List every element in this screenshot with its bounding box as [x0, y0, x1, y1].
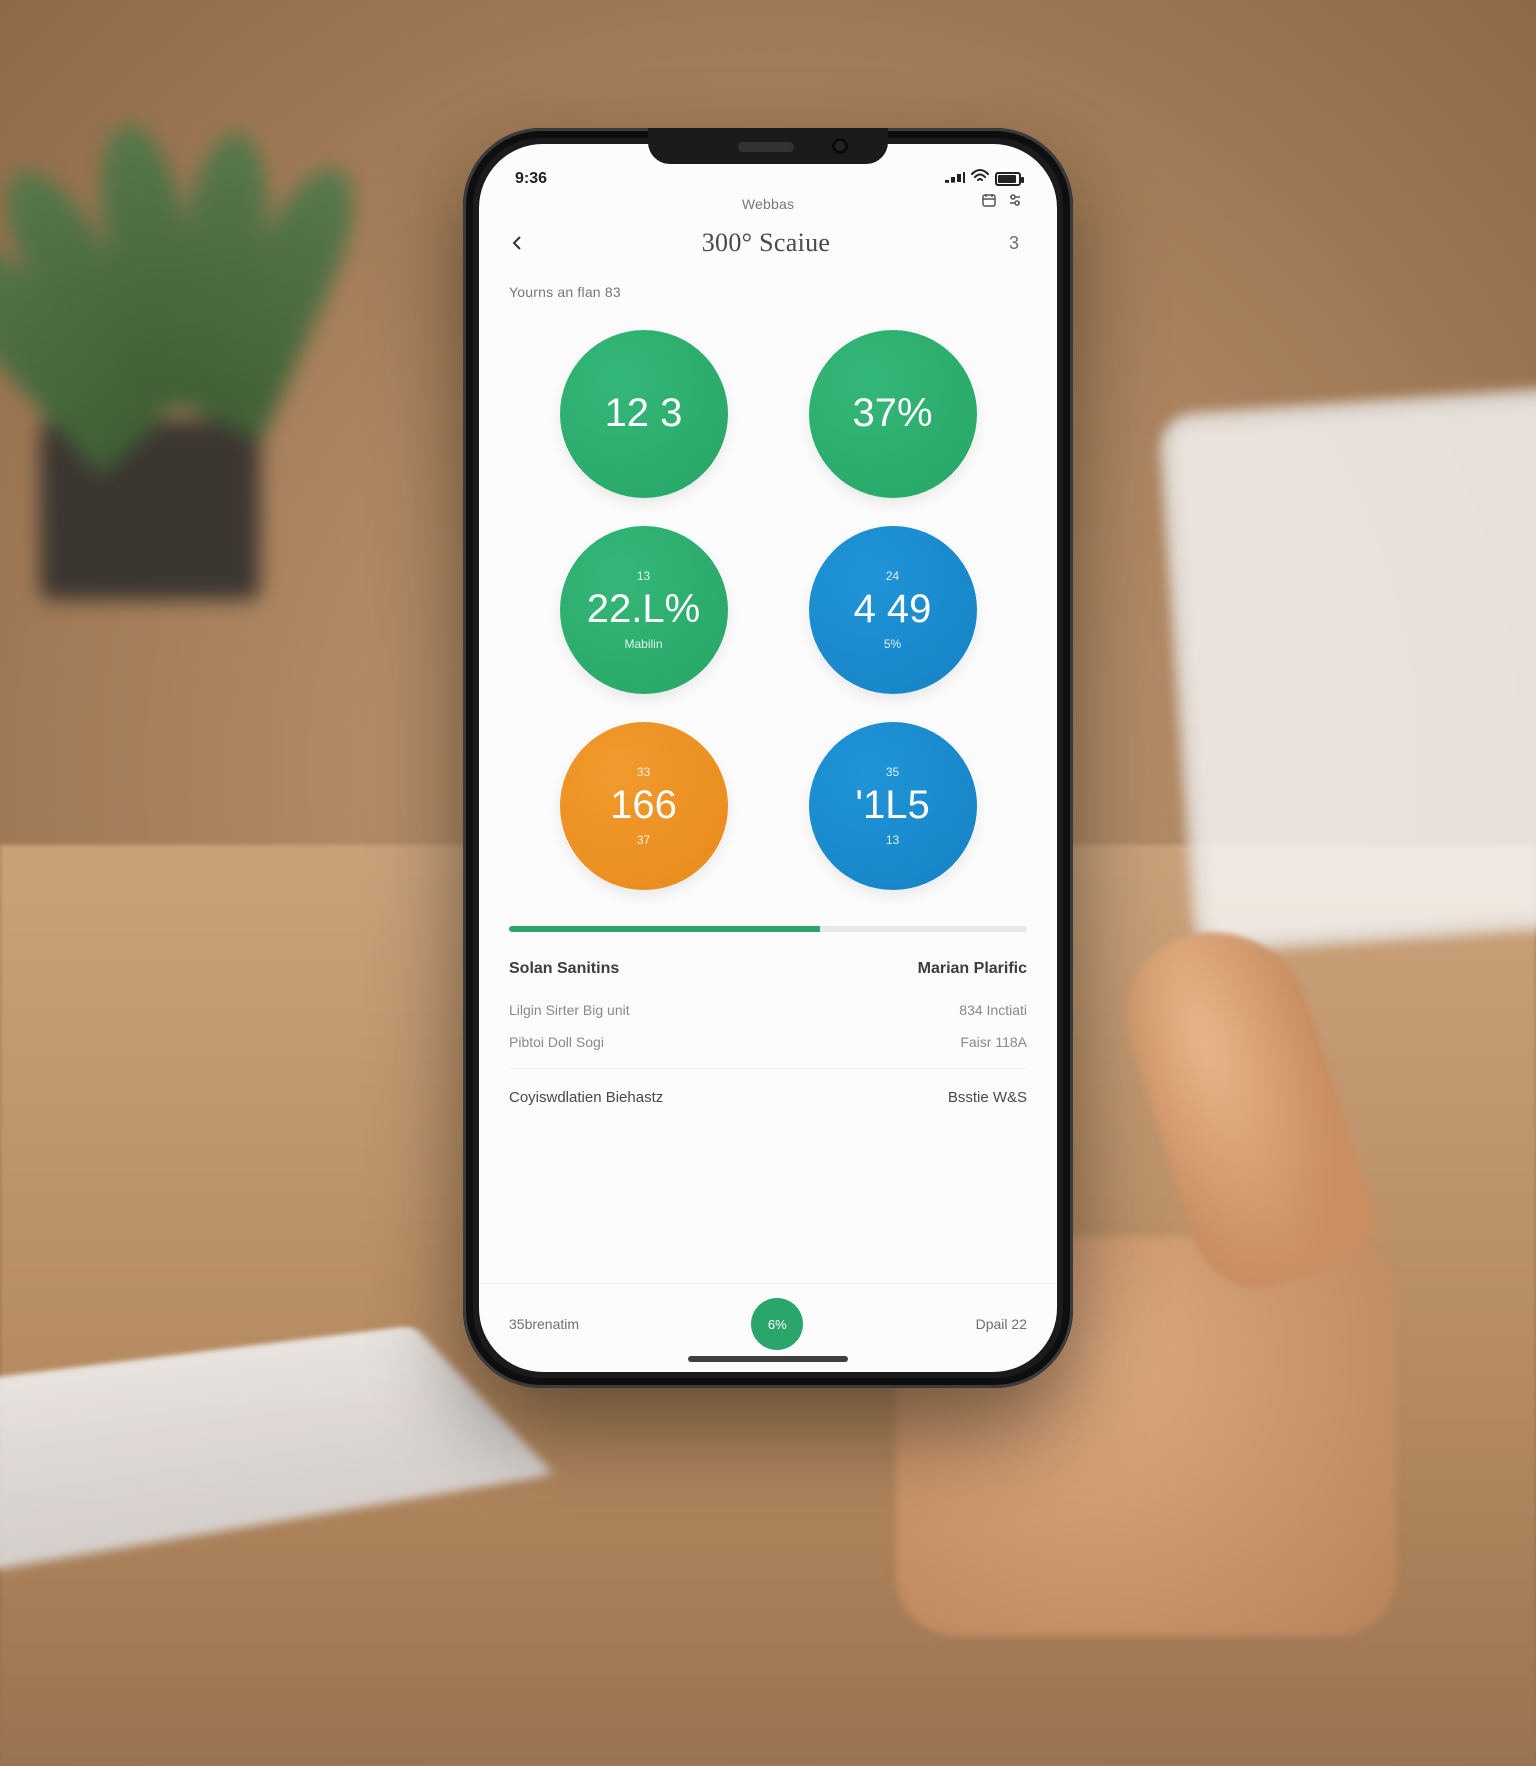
status-time: 9:36: [515, 170, 547, 188]
tune-icon[interactable]: [1007, 192, 1023, 212]
metric-circle-2[interactable]: 1322.L%Mabilin: [560, 526, 728, 694]
nav-right[interactable]: Dpail 22: [976, 1316, 1027, 1332]
metric-grid: 12 3 37% 1322.L%Mabilin 244 495% 3316637…: [479, 308, 1057, 908]
background-tablet: [1158, 386, 1536, 954]
signal-icon: [945, 172, 965, 186]
phone-screen: 9:36 Webbas: [479, 144, 1057, 1372]
home-indicator[interactable]: [688, 1356, 848, 1362]
wifi-icon: [971, 169, 989, 188]
title-right-glyph[interactable]: 3: [1001, 233, 1027, 254]
metric-circle-0[interactable]: 12 3: [560, 330, 728, 498]
subtitle: Yourns an flan 83: [479, 268, 1057, 308]
metric-circle-3[interactable]: 244 495%: [809, 526, 977, 694]
back-button[interactable]: [505, 230, 531, 256]
super-label: Webbas: [742, 196, 794, 212]
battery-icon: [995, 172, 1021, 186]
progress-bar[interactable]: [479, 908, 1057, 938]
metric-circle-1[interactable]: 37%: [809, 330, 977, 498]
list-item[interactable]: Coyiswdlatien Biehastz Bsstie W&S: [509, 1081, 1027, 1114]
nav-center-button[interactable]: 6%: [751, 1298, 803, 1350]
phone-frame: 9:36 Webbas: [463, 128, 1073, 1388]
list-separator: [509, 1068, 1027, 1069]
list-right-header: Marian Plarific: [918, 960, 1027, 978]
list-left-header: Solan Sanitins: [509, 960, 619, 978]
calendar-icon[interactable]: [981, 192, 997, 212]
progress-track: [509, 926, 1027, 932]
metric-circle-5[interactable]: 35'1L513: [809, 722, 977, 890]
summary-list: Solan Sanitins Marian Plarific Lilgin Si…: [479, 938, 1057, 1122]
list-item[interactable]: Pibtoi Doll Sogi Faisr 118A: [509, 1026, 1027, 1058]
phone-notch: [648, 128, 888, 164]
list-item[interactable]: Lilgin Sirter Big unit 834 Inctiati: [509, 994, 1027, 1026]
nav-left[interactable]: 35brenatim: [509, 1316, 579, 1332]
page-title: 300° Scaiue: [702, 228, 831, 258]
metric-circle-4[interactable]: 3316637: [560, 722, 728, 890]
background-plant: [0, 80, 360, 580]
super-header: Webbas: [479, 190, 1057, 218]
